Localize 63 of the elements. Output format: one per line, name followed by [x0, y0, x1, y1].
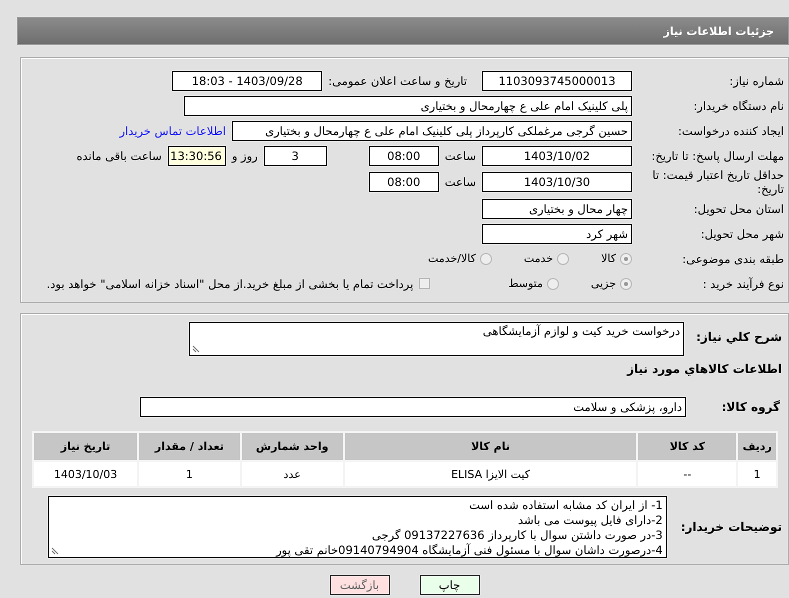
field-label: ایجاد کننده درخواست: [677, 124, 785, 138]
table-cell: 1403/10/03 [33, 461, 138, 487]
print-button[interactable]: چاپ [420, 575, 480, 595]
value-field: 1103093745000013 [482, 70, 632, 90]
page-header: جزئیات اطلاعات نیاز [17, 17, 789, 45]
radio-button[interactable] [620, 278, 632, 290]
contact-link[interactable]: اطلاعات تماس خریدار [119, 124, 226, 138]
radio-option[interactable]: کالا [601, 252, 632, 265]
field-label: طبقه بندی موضوعی: [681, 252, 785, 266]
description-field: درخواست خرید کیت و لوازم آزمایشگاهی [189, 322, 684, 356]
table-cell: 1 [138, 461, 241, 487]
table-cell: 1 [737, 461, 777, 487]
value-field: 1403/10/02 [482, 146, 632, 166]
field-label: شهر محل تحویل: [700, 226, 785, 240]
radio-option[interactable]: خدمت [524, 252, 570, 265]
resize-grip-icon[interactable] [192, 345, 200, 353]
checkbox[interactable] [419, 278, 430, 289]
column-header: کد کالا [637, 432, 738, 461]
column-header: تاریخ نیاز [33, 432, 138, 461]
value-field: 08:00 [368, 172, 439, 192]
radio-button[interactable] [546, 278, 559, 290]
radio-option[interactable]: کالا/خدمت [428, 252, 492, 265]
field-label: روز و [232, 148, 258, 162]
remaining-time-field: 13:30:56 [168, 146, 226, 166]
field-label: شرح کلي نياز: [696, 329, 783, 344]
radio-button[interactable] [620, 252, 632, 264]
field-label: ساعت [444, 175, 476, 189]
field-label: مهلت ارسال پاسخ: تا تاریخ: [650, 148, 785, 162]
field-label: گروه کالا: [720, 400, 781, 414]
value-field: 3 [264, 146, 327, 166]
table-cell: عدد [240, 461, 344, 487]
field-label: نوع فرآیند خرید : [702, 276, 785, 290]
field-label: شماره نیاز: [728, 74, 785, 88]
radio-option[interactable]: جزیی [590, 277, 632, 290]
field-label: نام دستگاه خریدار: [692, 98, 785, 112]
field-label: ساعت [444, 148, 476, 162]
field-label: تاریخ و ساعت اعلان عمومی: [328, 74, 467, 88]
column-header: تعداد / مقدار [138, 432, 241, 461]
back-button[interactable]: بازگشت [330, 575, 390, 595]
field-label: حداقل تاریخ اعتبار قیمت: تا تاریخ: [651, 168, 785, 196]
value-field: حسین گرجی مرغملکی کارپرداز پلی کلینیک امام علی ع چهارمحال و بختیاری [232, 120, 632, 140]
value-field: شهر کرد [482, 224, 632, 244]
value-field: چهار محال و بختیاری [482, 198, 632, 218]
value-field: پلی کلینیک امام علی ع چهارمحال و بختیاری [184, 96, 632, 116]
radio-button[interactable] [557, 252, 570, 264]
notes-field: 1- از ایران کد مشابه استفاده شده است 2-دارای فایل پیوست می باشد 3-در صورت داشتن سوال با کارپرداز 09137227636 گرجی 4-درصورت داشان سوال با مسئول فنی آزمایشگاه 09140794904خانم تقی پور [48, 496, 667, 558]
field-label: ساعت باقی مانده [76, 148, 162, 162]
radio-option[interactable]: متوسط [508, 277, 559, 290]
value-field: دارو، پزشکی و سلامت [140, 396, 686, 416]
value-field: 1403/09/28 - 18:03 [172, 70, 322, 90]
field-label: استان محل تحویل: [692, 202, 785, 216]
field-label: توضیحات خریدار: [680, 520, 783, 534]
payment-note: پرداخت تمام یا بخشی از مبلغ خرید.از محل "اسناد خزانه اسلامی" خواهد بود. [46, 276, 414, 290]
table-cell: کیت الایزا ELISA [344, 461, 638, 487]
column-header: نام کالا [344, 432, 638, 461]
radio-button[interactable] [480, 252, 492, 264]
column-header: واحد شمارش [240, 432, 344, 461]
resize-grip-icon[interactable] [50, 547, 59, 555]
column-header: ردیف [737, 432, 777, 461]
value-field: 08:00 [368, 146, 439, 166]
value-field: 1403/10/30 [482, 172, 632, 192]
section-title: اطلاعات کالاهاي مورد نياز [627, 361, 783, 378]
table-cell: -- [637, 461, 738, 487]
